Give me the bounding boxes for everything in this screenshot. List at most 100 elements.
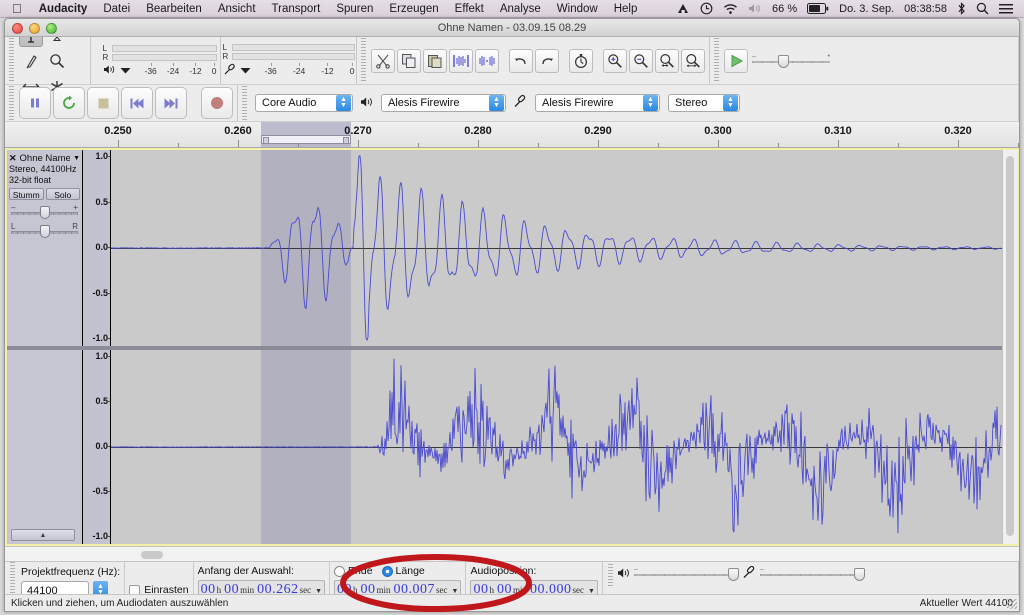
timeline-ruler[interactable]: 0.250 0.260 0.270 0.280 0.290 0.300 0.310 0.320 (5, 122, 1019, 148)
stop-button[interactable] (87, 87, 119, 119)
play-speed-slider[interactable]: – • (752, 52, 830, 70)
zoom-in-button[interactable] (603, 48, 627, 73)
bluetooth-icon[interactable] (952, 0, 971, 18)
transport-toolbar-grip[interactable] (8, 86, 15, 120)
timeline-major-tick (718, 140, 719, 147)
track-channel-right[interactable]: ▲ 1.0 0.5 0.0 -0.5 -1.0 (7, 350, 1017, 544)
audio-host-select[interactable]: Core Audio ▲ ▼ (255, 94, 353, 112)
track-area[interactable]: ✕ Ohne Name ▼ Stereo, 44100Hz 32-bit flo… (5, 148, 1019, 546)
playback-meter-menu-icon[interactable] (120, 65, 131, 77)
time-machine-icon[interactable] (695, 0, 718, 18)
mute-button[interactable]: Stumm (9, 188, 44, 200)
menu-item-erzeugen[interactable]: Erzeugen (381, 0, 446, 18)
vertical-scrollbar[interactable] (1002, 150, 1017, 544)
spotlight-search-icon[interactable] (971, 0, 994, 18)
length-radio[interactable] (381, 565, 393, 577)
notification-center-icon[interactable] (994, 0, 1018, 18)
gain-slider[interactable]: – + (9, 203, 80, 219)
timeline-minor-tick (418, 143, 419, 147)
track-control-panel-bottom[interactable]: ▲ (7, 350, 83, 544)
zoom-out-button[interactable] (629, 48, 653, 73)
track-bitdepth-info: 32-bit float (9, 175, 52, 185)
horizontal-scrollbar-thumb[interactable] (141, 551, 163, 559)
pan-slider[interactable]: L R (9, 222, 80, 238)
output-device-select[interactable]: Alesis Firewire ▲ ▼ (381, 94, 506, 112)
timeline-minor-tick (658, 143, 659, 147)
menu-item-window[interactable]: Window (549, 0, 606, 18)
playback-meter-bar-l (111, 44, 217, 52)
vertical-ruler-tick (107, 292, 110, 294)
track-channel-left[interactable]: ✕ Ohne Name ▼ Stereo, 44100Hz 32-bit flo… (7, 150, 1017, 346)
timeline-minor-tick (1018, 143, 1019, 147)
apple-menu-icon[interactable]:  (6, 0, 31, 18)
menubar-date[interactable]: Do. 3. Sep. (834, 0, 899, 18)
fit-project-button[interactable] (681, 48, 705, 73)
draw-tool-button[interactable] (19, 49, 43, 73)
track-name[interactable]: Ohne Name (20, 153, 71, 164)
undo-button[interactable] (509, 48, 533, 73)
app-status-icon[interactable] (672, 0, 695, 18)
menu-item-effekt[interactable]: Effekt (447, 0, 492, 18)
menu-item-datei[interactable]: Datei (95, 0, 138, 18)
pause-button[interactable] (19, 87, 51, 119)
zoom-tool-button[interactable] (45, 49, 69, 73)
window-titlebar[interactable]: Ohne Namen - 03.09.15 08.29 (5, 19, 1019, 37)
chevron-down-icon[interactable]: ▼ (73, 155, 80, 162)
menu-item-help[interactable]: Help (606, 0, 646, 18)
vertical-ruler-label: -1.0 (92, 531, 108, 541)
output-device-value: Alesis Firewire (388, 97, 460, 109)
menu-item-audacity[interactable]: Audacity (31, 0, 96, 18)
fit-selection-button[interactable] (655, 48, 679, 73)
playback-meter-toolbar[interactable]: L R -36 -24 -12 0 (91, 37, 221, 84)
transport-toolbar (5, 85, 238, 121)
play-at-speed-button[interactable] (724, 48, 748, 73)
input-volume-slider[interactable]: – (759, 565, 865, 583)
record-meter-toolbar[interactable]: L R -36 -24 -12 0 (221, 37, 357, 84)
menu-item-bearbeiten[interactable]: Bearbeiten (138, 0, 210, 18)
waveform-left[interactable] (111, 150, 1017, 346)
input-device-select[interactable]: Alesis Firewire ▲ ▼ (535, 94, 660, 112)
paste-button[interactable] (423, 48, 447, 73)
play-button[interactable] (53, 87, 85, 119)
close-icon[interactable]: ✕ (9, 153, 17, 164)
cut-button[interactable] (371, 48, 395, 73)
record-meter-bar-r (231, 52, 355, 60)
track-control-panel[interactable]: ✕ Ohne Name ▼ Stereo, 44100Hz 32-bit flo… (7, 150, 83, 346)
output-volume-slider[interactable]: – (633, 565, 739, 583)
tools-toolbar-grip[interactable] (8, 38, 15, 83)
volume-icon[interactable] (743, 0, 767, 18)
record-button[interactable] (201, 87, 233, 119)
copy-button[interactable] (397, 48, 421, 73)
vertical-scrollbar-thumb[interactable] (1006, 156, 1014, 536)
edit-toolbar-grip[interactable] (360, 38, 367, 83)
redo-button[interactable] (535, 48, 559, 73)
record-meter-menu-icon[interactable] (240, 65, 251, 77)
waveform-right[interactable] (111, 350, 1017, 544)
silence-audio-button[interactable] (475, 48, 499, 73)
battery-icon[interactable] (802, 0, 834, 18)
menubar-time[interactable]: 08:38:58 (899, 0, 952, 18)
skip-to-end-button[interactable] (155, 87, 187, 119)
wifi-icon[interactable] (718, 0, 743, 18)
skip-to-start-button[interactable] (121, 87, 153, 119)
horizontal-scrollbar[interactable] (5, 546, 1019, 561)
menu-item-ansicht[interactable]: Ansicht (210, 0, 264, 18)
resize-grip-icon[interactable] (1007, 599, 1017, 609)
menu-item-analyse[interactable]: Analyse (492, 0, 549, 18)
solo-button[interactable]: Solo (45, 188, 80, 200)
playback-meter-speaker-icon (103, 64, 116, 78)
edit-toolbar (357, 37, 710, 84)
timeline-major-tick (478, 140, 479, 147)
device-toolbar-grip[interactable] (241, 86, 248, 120)
menu-item-transport[interactable]: Transport (264, 0, 329, 18)
sync-lock-button[interactable] (569, 48, 593, 73)
timeline-selection-handle-bar[interactable] (261, 135, 351, 144)
end-radio[interactable] (334, 565, 346, 577)
trim-audio-button[interactable] (449, 48, 473, 73)
input-channels-select[interactable]: Stereo ▲ ▼ (668, 94, 740, 112)
audacity-window: Ohne Namen - 03.09.15 08.29 L R -36 -24 … (4, 18, 1020, 612)
mixer-toolbar-grip[interactable] (606, 564, 614, 586)
menu-item-spuren[interactable]: Spuren (328, 0, 381, 18)
track-collapse-button[interactable]: ▲ (11, 529, 75, 541)
play-speed-toolbar-grip[interactable] (713, 38, 720, 83)
